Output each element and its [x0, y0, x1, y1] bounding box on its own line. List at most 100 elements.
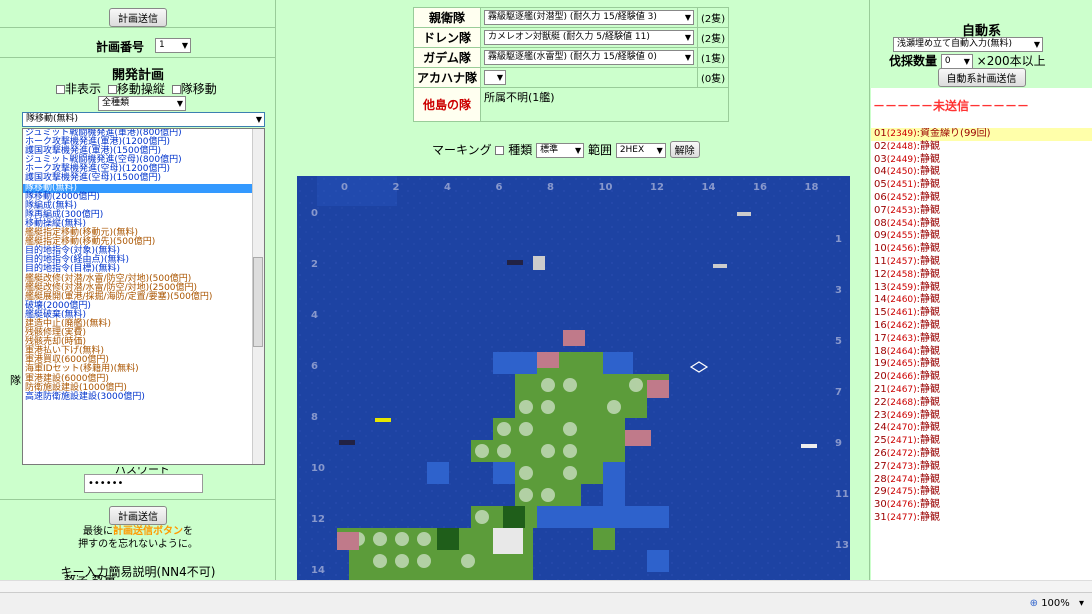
plan-year: (2466)	[886, 372, 917, 383]
fleet-row: アカハナ隊 ▼ (0隻)	[412, 67, 730, 88]
plan-entry[interactable]: 30(2476):静観	[871, 499, 1092, 512]
cut-select[interactable]: 0 ▼	[940, 54, 973, 69]
command-dropdown-list[interactable]: ジュミット戦闘機発進(軍港)(800億円) ホーク攻撃機発進(軍港)(1200億円…	[22, 128, 265, 465]
type-select[interactable]: 標準 ▼	[536, 143, 585, 158]
command-option[interactable]: 高速防衛施設建設(3000億円)	[23, 392, 264, 402]
fleet-name: 親衛隊	[412, 7, 482, 28]
chevron-down-icon: ▼	[684, 13, 692, 22]
chevron-down-icon: ▼	[176, 99, 183, 108]
fleet-select[interactable]: ▼	[484, 70, 507, 85]
plan-year: (2474)	[886, 474, 917, 485]
plan-action: :静観	[916, 499, 941, 511]
x-coordinate: 14	[701, 182, 716, 193]
plan-entry[interactable]: 29(2475):静観	[871, 486, 1092, 499]
plan-entry[interactable]: 15(2461):静観	[871, 307, 1092, 320]
plan-entry[interactable]: 01(2349):資金繰り(99回)	[871, 128, 1092, 141]
plan-action: :静観	[916, 191, 941, 203]
plan-entry[interactable]: 22(2468):静観	[871, 397, 1092, 410]
auto-send-button[interactable]: 自動系計画送信	[937, 68, 1026, 87]
plan-send-button[interactable]: 計画送信	[109, 8, 167, 27]
y-coordinate: 8	[311, 412, 318, 423]
plan-number: 29	[874, 486, 887, 498]
plan-number: 15	[874, 307, 887, 319]
plan-action: :静観	[916, 217, 941, 229]
plan-year: (2457)	[886, 256, 917, 267]
plan-entry[interactable]: 10(2456):静観	[871, 243, 1092, 256]
clear-button[interactable]: 解除	[669, 141, 700, 158]
plan-year: (2468)	[886, 397, 917, 408]
plan-entry[interactable]: 13(2459):静観	[871, 282, 1092, 295]
plan-entry[interactable]: 02(2448):静観	[871, 141, 1092, 154]
plan-entry[interactable]: 12(2458):静観	[871, 269, 1092, 282]
zoom-control[interactable]: ⊕ 100% ▾	[1030, 598, 1084, 609]
range-select[interactable]: 2HEX ▼	[615, 143, 666, 158]
y-coordinate: 2	[311, 259, 318, 270]
fleet-name: アカハナ隊	[412, 67, 482, 88]
plan-entry[interactable]: 04(2450):静観	[871, 166, 1092, 179]
plan-year: (2456)	[886, 244, 917, 255]
fleet-move-label: 隊移動	[180, 82, 217, 96]
plan-entry[interactable]: 28(2474):静観	[871, 474, 1092, 487]
plan-number-select[interactable]: 1 ▼	[155, 38, 191, 53]
x-coordinate: 4	[444, 182, 451, 193]
plan-entry[interactable]: 14(2460):静観	[871, 294, 1092, 307]
island-map[interactable]: 0 2 4 6 8 10 12 14 16 18 0 2 4 6 8 10 12 14 1 3 5 7 9 11 13	[297, 176, 850, 580]
plan-number: 10	[874, 243, 887, 255]
x-coordinate: 16	[753, 182, 767, 193]
chevron-down-icon: ▼	[1033, 40, 1040, 49]
y-coordinate: 1	[835, 234, 842, 245]
plan-year: (2450)	[886, 167, 917, 178]
move-ctrl-checkbox[interactable]	[107, 85, 117, 94]
plan-year: (2475)	[886, 487, 917, 498]
plan-entry[interactable]: 27(2473):静観	[871, 461, 1092, 474]
plan-action: :静観	[916, 511, 941, 523]
plan-entry[interactable]: 09(2455):静観	[871, 230, 1092, 243]
dropdown-scroll-thumb[interactable]	[253, 257, 263, 347]
plan-entry[interactable]: 06(2452):静観	[871, 192, 1092, 205]
plan-entry[interactable]: 24(2470):静観	[871, 422, 1092, 435]
fleet-select[interactable]: 霧級駆逐艦(水雷型) (耐久力 15/経験値 0) ▼	[484, 50, 695, 65]
plan-number: 11	[874, 255, 887, 267]
y-coordinate: 10	[311, 463, 325, 474]
auto-select[interactable]: 浅瀬埋め立て自動入力(無料) ▼	[893, 37, 1043, 52]
chevron-down-icon: ▼	[963, 57, 970, 66]
plan-entry[interactable]: 08(2454):静観	[871, 218, 1092, 231]
fleet-move-checkbox[interactable]	[171, 85, 181, 94]
plan-entry[interactable]: 19(2465):静観	[871, 358, 1092, 371]
plan-entry[interactable]: 05(2451):静観	[871, 179, 1092, 192]
plan-entry[interactable]: 03(2449):静観	[871, 154, 1092, 167]
plan-entry[interactable]: 23(2469):静観	[871, 410, 1092, 423]
fleet-name: ガデム隊	[412, 47, 482, 68]
plan-year: (2460)	[886, 295, 917, 306]
hide-checkbox[interactable]	[56, 85, 65, 94]
dropdown-scrollbar[interactable]	[252, 129, 264, 464]
plan-entry[interactable]: 21(2467):静観	[871, 384, 1092, 397]
unsent-label: －－－－－未送信－－－－－	[873, 99, 1030, 113]
fleet-count: (1隻)	[697, 47, 730, 68]
plan-entry[interactable]: 11(2457):静観	[871, 256, 1092, 269]
plan-entry[interactable]: 20(2466):静観	[871, 371, 1092, 384]
plan-list: 01(2349):資金繰り(99回) 02(2448):静観 03(2449):静観…	[871, 128, 1092, 580]
horizontal-scrollbar[interactable]	[0, 580, 1092, 592]
plan-entry[interactable]: 18(2464):静観	[871, 346, 1092, 359]
plan-entry[interactable]: 16(2462):静観	[871, 320, 1092, 333]
plan-year: (2458)	[886, 269, 917, 280]
plan-year: (2476)	[886, 500, 917, 511]
plan-entry[interactable]: 26(2472):静観	[871, 448, 1092, 461]
fleet-select[interactable]: カメレオン対獣艇 (耐久力 5/経験値 11) ▼	[484, 30, 695, 45]
plan-entry[interactable]: 25(2471):静観	[871, 435, 1092, 448]
plan-number: 14	[874, 294, 887, 306]
plan-entry[interactable]: 07(2453):静観	[871, 205, 1092, 218]
plan-number: 18	[874, 345, 887, 357]
move-ctrl-label: 移動操縦	[116, 82, 165, 96]
fleet-select[interactable]: 霧級駆逐艦(対潜型) (耐久力 15/経験値 3) ▼	[484, 10, 695, 25]
plan-entry[interactable]: 17(2463):静観	[871, 333, 1092, 346]
plan-action: :静観	[916, 166, 941, 178]
plan-action: :静観	[916, 268, 941, 280]
plan-action: :静観	[916, 230, 941, 242]
category-select[interactable]: 全種類 ▼	[98, 96, 186, 111]
password-input[interactable]: ••••••	[84, 474, 203, 493]
command-select[interactable]: 隊移動(無料) ▼	[22, 112, 265, 127]
marking-checkbox[interactable]	[495, 146, 505, 155]
plan-entry[interactable]: 31(2477):静観	[871, 512, 1092, 525]
